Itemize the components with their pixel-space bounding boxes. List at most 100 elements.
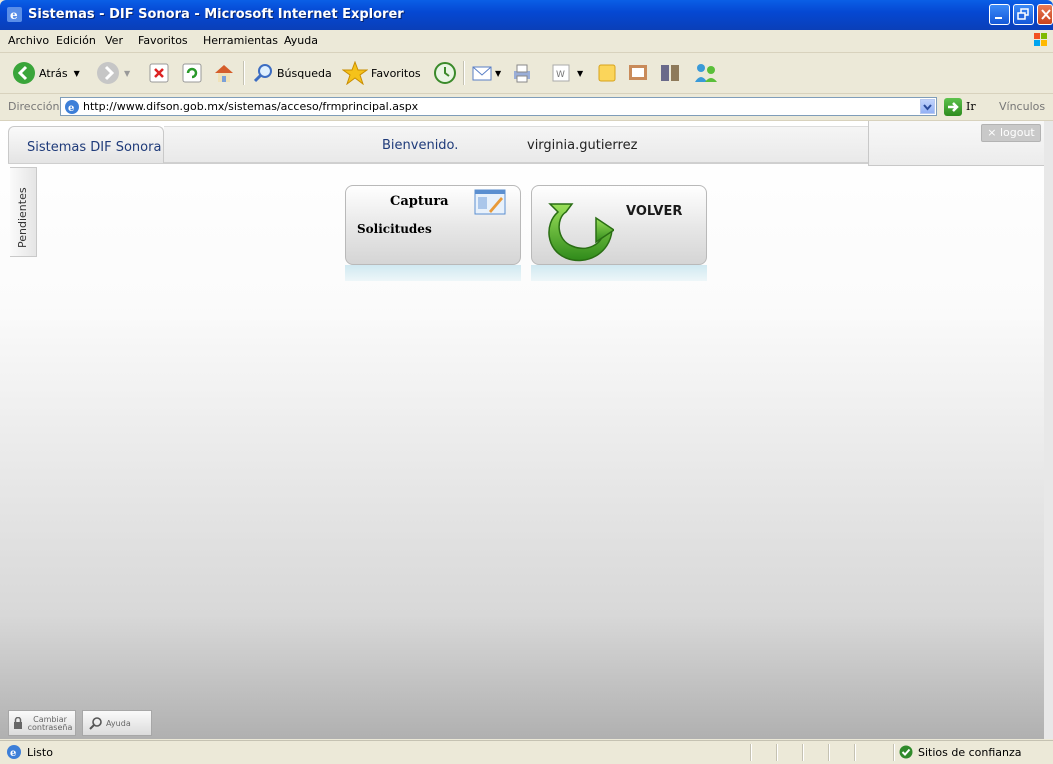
trusted-sites-check-icon: [899, 745, 913, 759]
status-divider: [893, 744, 895, 761]
logout-button[interactable]: × logout: [981, 124, 1041, 142]
word-document-icon: W: [552, 64, 570, 82]
menu-ayuda[interactable]: Ayuda: [284, 34, 318, 47]
security-zone: Sitios de confianza: [918, 746, 1022, 759]
edit-button[interactable]: W ▼: [551, 59, 583, 87]
app-header: Sistemas DIF Sonora Bienvenido. virginia…: [0, 121, 1053, 166]
maximize-button[interactable]: [1013, 4, 1034, 25]
history-icon: [434, 62, 456, 84]
minimize-button[interactable]: [989, 4, 1010, 25]
return-arrow-icon: [548, 203, 614, 262]
go-button[interactable]: [944, 98, 962, 116]
links-toolbar[interactable]: Vínculos: [999, 100, 1045, 113]
forward-arrow-icon: [97, 62, 119, 84]
menu-favoritos[interactable]: Favoritos: [138, 34, 188, 47]
captura-tile-face: Captura Solicitudes: [345, 185, 521, 265]
back-button[interactable]: Atrás ▼: [12, 59, 80, 87]
go-label[interactable]: Ir: [966, 100, 976, 113]
people-icon: [695, 64, 717, 82]
address-input[interactable]: e http://www.difson.gob.mx/sistemas/acce…: [60, 97, 937, 116]
go-arrow-icon: [948, 102, 959, 112]
menu-archivo[interactable]: Archivo: [8, 34, 49, 47]
captura-subtitle: Solicitudes: [357, 222, 432, 236]
mail-icon: [472, 66, 492, 81]
home-button[interactable]: [213, 59, 235, 87]
close-icon: ×: [987, 126, 1000, 139]
status-divider: [750, 744, 752, 761]
forward-button[interactable]: ▼: [96, 59, 130, 87]
status-divider: [776, 744, 778, 761]
svg-text:e: e: [68, 103, 74, 114]
back-arrow-icon: [13, 62, 35, 84]
help-label: Ayuda: [106, 719, 131, 728]
toolbar-separator: [463, 61, 465, 85]
menu-edicion[interactable]: Edición: [56, 34, 96, 47]
change-password-label: Cambiar contraseña: [27, 715, 73, 732]
printer-icon: [514, 64, 530, 83]
refresh-icon: [182, 63, 202, 83]
status-text: Listo: [27, 746, 53, 759]
stop-button[interactable]: [149, 59, 169, 87]
refresh-button[interactable]: [182, 59, 202, 87]
side-tab-label: Pendientes: [16, 187, 29, 248]
edit-dropdown-icon[interactable]: ▼: [577, 69, 583, 78]
tile-reflection: [531, 265, 707, 281]
magnifier-icon: [89, 717, 102, 730]
close-icon: [1041, 9, 1051, 20]
volver-title: VOLVER: [626, 204, 683, 219]
header-strip: [164, 126, 869, 163]
lock-icon: [14, 717, 22, 729]
favorites-button[interactable]: Favoritos: [342, 59, 421, 87]
logout-area: × logout: [868, 121, 1048, 166]
messenger-button[interactable]: [627, 59, 651, 87]
status-divider: [828, 744, 830, 761]
forward-dropdown-icon[interactable]: ▼: [124, 69, 130, 78]
print-button[interactable]: [511, 59, 533, 87]
welcome-text: Bienvenido.: [382, 138, 459, 153]
windows-logo-icon: [1034, 33, 1047, 46]
side-tab-pendientes[interactable]: Pendientes: [10, 167, 37, 257]
change-password-button[interactable]: Cambiar contraseña: [8, 710, 76, 736]
mail-dropdown-icon[interactable]: ▼: [495, 69, 501, 78]
volver-tile-face: VOLVER: [531, 185, 707, 265]
window-title: Sistemas - DIF Sonora - Microsoft Intern…: [28, 7, 404, 22]
note-icon: [598, 64, 616, 82]
close-button[interactable]: [1037, 4, 1053, 25]
tile-reflection: [345, 265, 521, 281]
contacts-button[interactable]: [693, 59, 719, 87]
menu-herramientas[interactable]: Herramientas: [203, 34, 278, 47]
ie-icon: e: [7, 7, 22, 22]
logout-label: logout: [999, 126, 1035, 139]
svg-text:e: e: [10, 8, 18, 22]
svg-text:e: e: [10, 748, 16, 759]
vertical-scrollbar[interactable]: [1044, 121, 1053, 739]
page-icon: e: [65, 100, 79, 114]
status-bar: e Listo Sitios de confianza: [0, 740, 1053, 764]
stop-icon: [149, 63, 169, 83]
page-status-icon: e: [7, 745, 21, 759]
address-label: Dirección: [8, 100, 60, 113]
volver-tile[interactable]: VOLVER: [531, 185, 707, 281]
help-button[interactable]: Ayuda: [82, 710, 152, 736]
menu-bar: Archivo Edición Ver Favoritos Herramient…: [0, 30, 1053, 53]
menu-ver[interactable]: Ver: [105, 34, 123, 47]
address-dropdown-button[interactable]: [920, 99, 935, 114]
media-button[interactable]: [659, 59, 683, 87]
search-button[interactable]: Búsqueda: [252, 59, 332, 87]
research-icon: [629, 65, 647, 80]
page-content: Sistemas DIF Sonora Bienvenido. virginia…: [0, 121, 1053, 739]
address-bar: Dirección e http://www.difson.gob.mx/sis…: [0, 94, 1053, 121]
restore-icon: [1017, 8, 1029, 20]
status-divider: [802, 744, 804, 761]
username: virginia.gutierrez: [527, 138, 638, 153]
history-button[interactable]: [433, 59, 457, 87]
tab-home[interactable]: Sistemas DIF Sonora: [8, 126, 164, 163]
back-dropdown-icon[interactable]: ▼: [74, 69, 80, 78]
status-divider: [854, 744, 856, 761]
discuss-button[interactable]: [597, 59, 617, 87]
mail-button[interactable]: ▼: [471, 59, 501, 87]
svg-text:W: W: [556, 70, 565, 80]
window-titlebar: e Sistemas - DIF Sonora - Microsoft Inte…: [0, 0, 1053, 30]
captura-tile[interactable]: Captura Solicitudes: [345, 185, 521, 281]
browser-toolbar: Atrás ▼ ▼ Búsqueda Favoritos ▼ W ▼: [0, 53, 1053, 94]
